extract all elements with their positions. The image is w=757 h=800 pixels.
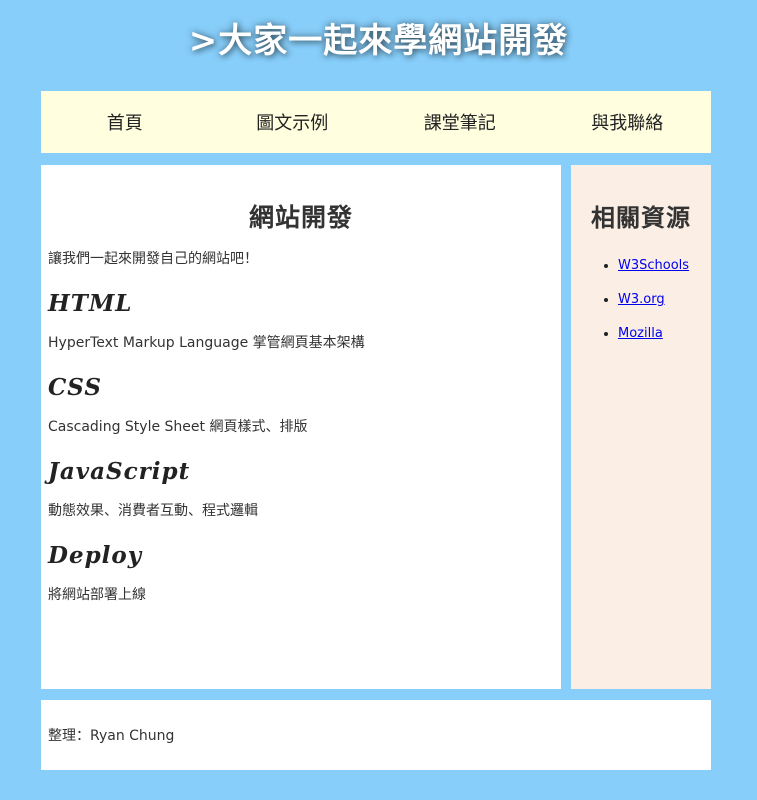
link-w3schools[interactable]: W3Schools <box>618 258 689 273</box>
section-title-css: CSS <box>48 374 103 401</box>
main-heading: 網站開發 <box>248 203 353 232</box>
sidebar: 相關資源 W3Schools W3.org Mozilla <box>571 165 711 689</box>
nav-item-contact[interactable]: 與我聯絡 <box>544 109 712 135</box>
section-title-javascript: JavaScript <box>48 458 191 485</box>
site-title: >大家一起來學網站開發 <box>188 21 569 61</box>
footer-credit: 整理：Ryan Chung <box>48 728 175 744</box>
list-item: W3Schools <box>618 257 711 275</box>
footer: 整理：Ryan Chung <box>41 700 711 770</box>
nav-item-gallery[interactable]: 圖文示例 <box>209 109 377 135</box>
section-title-html: HTML <box>48 290 133 317</box>
link-w3org[interactable]: W3.org <box>618 292 665 307</box>
section-title-deploy: Deploy <box>48 542 143 569</box>
nav-item-notes[interactable]: 課堂筆記 <box>376 109 544 135</box>
section-desc-html: HyperText Markup Language 掌管網頁基本架構 <box>48 335 365 351</box>
sidebar-heading: 相關資源 <box>591 203 691 232</box>
intro-text: 讓我們一起來開發自己的網站吧！ <box>48 251 258 267</box>
list-item: Mozilla <box>618 325 711 343</box>
main-content: 網站開發 讓我們一起來開發自己的網站吧！ HTML HyperText Mark… <box>41 165 561 689</box>
link-mozilla[interactable]: Mozilla <box>618 326 663 341</box>
section-desc-deploy: 將網站部署上線 <box>48 587 146 603</box>
main-nav: 首頁 圖文示例 課堂筆記 與我聯絡 <box>41 91 711 153</box>
section-desc-javascript: 動態效果、消費者互動、程式邏輯 <box>48 503 258 519</box>
list-item: W3.org <box>618 291 711 309</box>
resource-list: W3Schools W3.org Mozilla <box>571 257 711 343</box>
nav-item-home[interactable]: 首頁 <box>41 109 209 135</box>
section-desc-css: Cascading Style Sheet 網頁樣式、排版 <box>48 419 308 435</box>
